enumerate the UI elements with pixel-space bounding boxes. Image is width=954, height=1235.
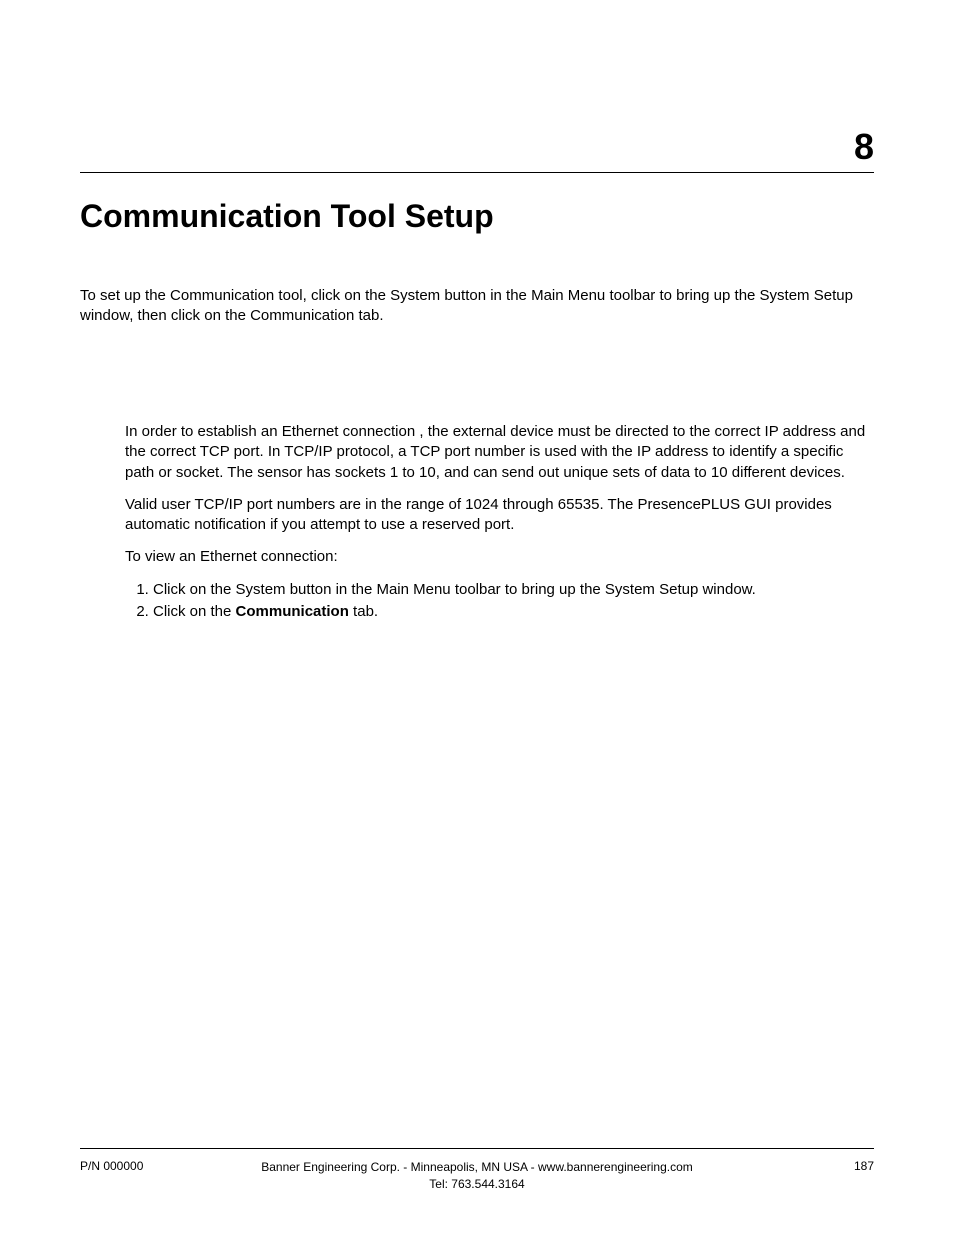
body-paragraph-3: To view an Ethernet connection: <box>125 547 874 567</box>
header-rule <box>80 172 874 173</box>
step-2: Click on the Communication tab. <box>153 602 874 622</box>
step-2-prefix: Click on the <box>153 603 236 620</box>
footer-company-line1: Banner Engineering Corp. - Minneapolis, … <box>80 1159 874 1176</box>
footer-part-number: P/N 000000 <box>80 1159 143 1173</box>
footer-page-number: 187 <box>854 1159 874 1173</box>
step-2-bold: Communication <box>236 603 349 620</box>
footer-company: Banner Engineering Corp. - Minneapolis, … <box>80 1159 874 1193</box>
step-2-suffix: tab. <box>349 603 378 620</box>
footer-rule <box>80 1148 874 1149</box>
chapter-number: 8 <box>854 126 874 168</box>
body-paragraph-1: In order to establish an Ethernet connec… <box>125 422 874 483</box>
footer-company-line2: Tel: 763.544.3164 <box>80 1176 874 1193</box>
step-1: Click on the System button in the Main M… <box>153 580 874 600</box>
page-footer: P/N 000000 Banner Engineering Corp. - Mi… <box>80 1159 874 1193</box>
body-paragraph-2: Valid user TCP/IP port numbers are in th… <box>125 495 874 536</box>
intro-paragraph: To set up the Communication tool, click … <box>80 286 874 327</box>
chapter-title: Communication Tool Setup <box>80 198 494 235</box>
body-content: In order to establish an Ethernet connec… <box>125 422 874 624</box>
document-page: 8 Communication Tool Setup To set up the… <box>0 0 954 1235</box>
steps-list: Click on the System button in the Main M… <box>125 580 874 623</box>
